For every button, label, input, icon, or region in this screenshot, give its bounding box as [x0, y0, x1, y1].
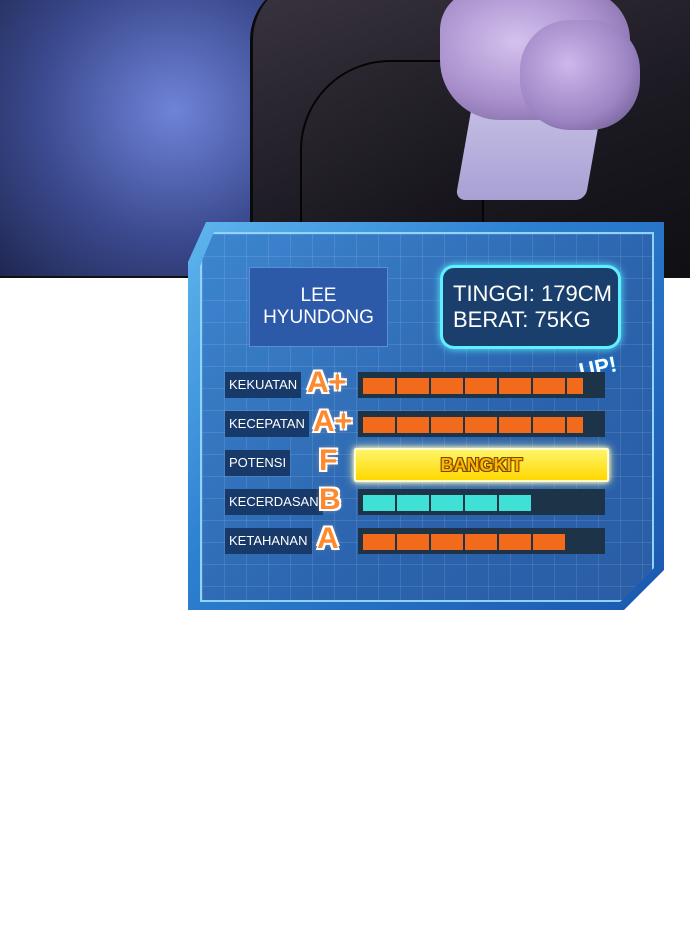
stat-label: KEKUATAN: [225, 372, 302, 398]
stat-bar-segment: [465, 417, 497, 433]
stat-bar-segment: [465, 495, 497, 511]
stat-bar-segment: [465, 534, 497, 550]
stat-bar-segment: [499, 534, 531, 550]
stat-label: POTENSI: [225, 450, 291, 476]
name-line-2: HYUNDONG: [263, 307, 374, 328]
fist: [520, 20, 640, 130]
stat-grade: A: [317, 522, 339, 555]
stat-bar-segment: [397, 417, 429, 433]
stat-bar-segment: [363, 534, 395, 550]
stat-bar-segment: [431, 495, 463, 511]
stat-bar-segment: [567, 417, 583, 433]
stat-label: KETAHANAN: [225, 528, 312, 554]
stat-bar-segment: [431, 534, 463, 550]
stat-bar-segment: [533, 534, 565, 550]
stat-bar-segment: [567, 378, 583, 394]
stat-bar-segment: [499, 495, 531, 511]
stat-grade: A+: [307, 366, 347, 399]
weight-text: BERAT: 75KG: [453, 307, 591, 332]
stat-bar-segment: [499, 378, 531, 394]
stat-bar-highlight: BANGKIT: [354, 448, 609, 482]
stat-bar-segment: [431, 378, 463, 394]
stat-label: KECEPATAN: [225, 411, 309, 437]
stat-bar-track: [358, 411, 605, 437]
stat-bar-segment: [431, 417, 463, 433]
body-stats-box: TINGGI: 179CM BERAT: 75KG: [440, 265, 621, 349]
stat-bar-segment: [363, 417, 395, 433]
name-line-1: LEE: [300, 285, 337, 306]
stat-bar-segment: [533, 378, 565, 394]
stat-bar-track: [358, 372, 605, 398]
stat-bar-segment: [397, 378, 429, 394]
stat-bar-segment: [533, 417, 565, 433]
character-name-box: LEE HYUNDONG: [249, 267, 388, 347]
stat-bar-track: [358, 489, 605, 515]
stat-bar-segment: [499, 417, 531, 433]
stat-bar-segment: [397, 534, 429, 550]
stat-bar-segment: [397, 495, 429, 511]
stat-grade: F: [319, 444, 338, 477]
stat-bar-segment: [363, 378, 395, 394]
stat-bar-segment: [363, 495, 395, 511]
stat-bar-track: [358, 528, 605, 554]
stat-grade: A+: [313, 405, 353, 438]
stat-label: KECERDASAN: [225, 489, 323, 515]
height-text: TINGGI: 179CM: [453, 281, 612, 306]
stat-bar-segment: [465, 378, 497, 394]
stat-grade: B: [319, 483, 341, 516]
